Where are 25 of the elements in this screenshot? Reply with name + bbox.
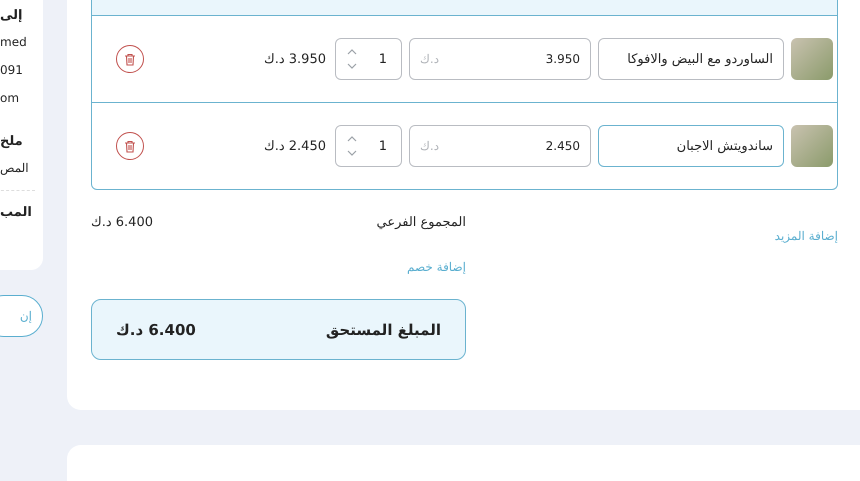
summary-text: المص — [0, 160, 29, 177]
subtotal-label: المجموع الفرعي — [376, 215, 466, 230]
item-name-field[interactable]: الساوردو مع البيض والافوكا — [598, 38, 784, 80]
total-label: المب — [0, 204, 32, 222]
amount-due-label: المبلغ المستحق — [326, 320, 441, 338]
line-total: 3.950 د.ك — [264, 52, 326, 66]
amount-due-value: 6.400 د.ك — [116, 320, 196, 338]
food-photo-placeholder — [791, 125, 833, 167]
quantity-field[interactable]: 1 — [335, 38, 402, 80]
line-total: 2.450 د.ك — [264, 138, 326, 154]
info-text: 091 — [0, 62, 23, 79]
delete-button[interactable] — [116, 132, 144, 160]
info-text: med — [0, 34, 27, 51]
food-photo-placeholder — [791, 38, 833, 80]
info-text: om — [0, 90, 20, 107]
subtotal-value: 6.400 د.ك — [91, 215, 153, 230]
section-title: ملخ — [0, 133, 23, 151]
stepper-arrows-icon[interactable] — [346, 47, 358, 71]
trash-icon — [124, 140, 136, 152]
quantity-field[interactable]: 1 — [335, 125, 402, 167]
item-name-field[interactable]: ساندويتش الاجبان — [598, 125, 784, 167]
delete-button[interactable] — [116, 45, 144, 73]
trash-icon — [124, 52, 136, 66]
stepper-arrows-icon[interactable] — [346, 134, 358, 158]
section-title: إلى — [0, 7, 22, 25]
